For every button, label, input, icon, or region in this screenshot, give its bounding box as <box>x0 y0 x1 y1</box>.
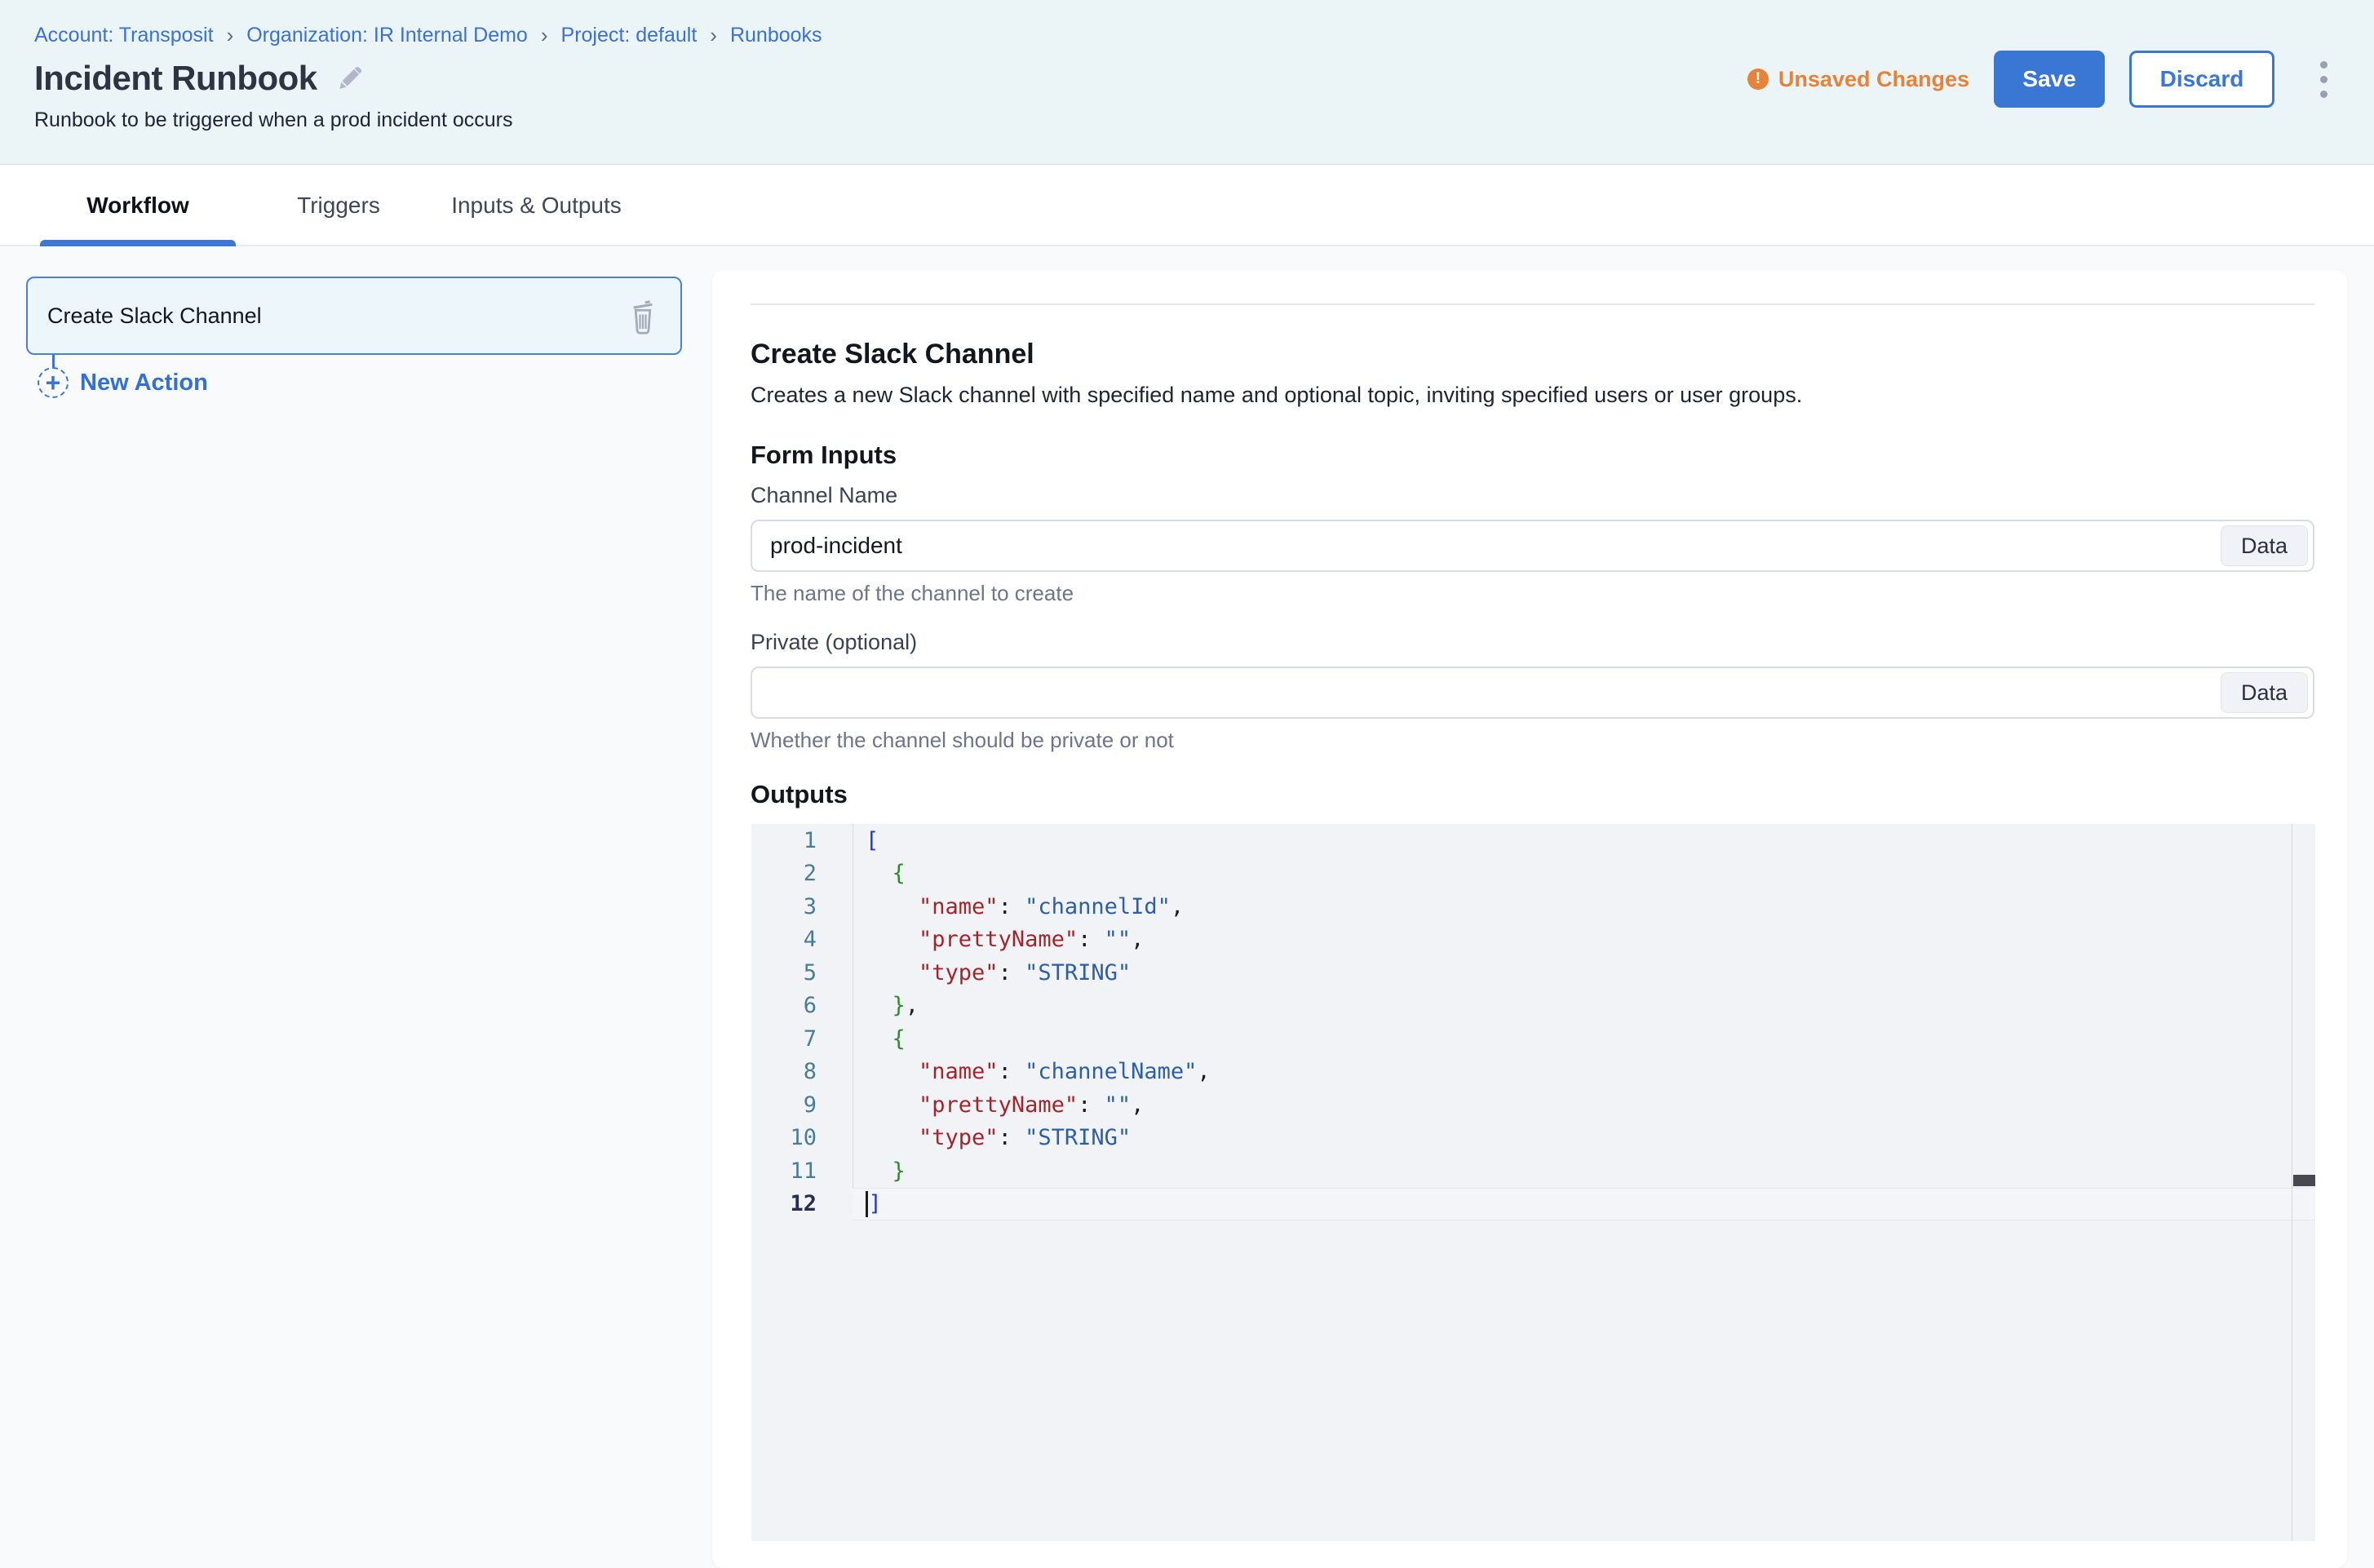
app-window: Account: Transposit › Organization: IR I… <box>0 0 2374 1568</box>
channel-name-label: Channel Name <box>751 483 897 508</box>
action-card-label: Create Slack Channel <box>47 303 262 329</box>
code-line[interactable]: 10 "type": "STRING" <box>751 1122 2315 1155</box>
private-input[interactable]: Data <box>751 667 2314 719</box>
line-number: 9 <box>751 1092 853 1118</box>
line-number: 12 <box>751 1191 853 1216</box>
breadcrumb-separator-icon: › <box>710 23 717 48</box>
line-number: 1 <box>751 828 853 853</box>
code-line[interactable]: 11 } <box>751 1154 2315 1188</box>
tab-bar: Workflow Triggers Inputs & Outputs <box>0 166 2374 246</box>
code-line[interactable]: 9 "prettyName": "", <box>751 1088 2315 1122</box>
code-line[interactable]: 7 { <box>751 1022 2315 1056</box>
more-options-kebab-icon[interactable] <box>2309 52 2338 106</box>
save-button[interactable]: Save <box>1994 51 2105 108</box>
delete-action-trash-icon[interactable] <box>623 298 662 337</box>
line-number: 8 <box>751 1059 853 1084</box>
page-title: Incident Runbook <box>34 59 317 98</box>
unsaved-changes-badge: ! Unsaved Changes <box>1747 67 1969 92</box>
editor-scrollbar-thumb[interactable] <box>2293 1175 2315 1186</box>
code-line[interactable]: 3 "name": "channelId", <box>751 890 2315 924</box>
outputs-heading: Outputs <box>751 780 848 809</box>
new-action-button[interactable]: + New Action <box>38 367 208 398</box>
code-text: "type": "STRING" <box>853 1125 1131 1150</box>
warning-icon: ! <box>1747 69 1769 90</box>
line-number: 10 <box>751 1125 853 1150</box>
breadcrumb-runbooks[interactable]: Runbooks <box>730 24 822 47</box>
code-line[interactable]: 12] <box>751 1188 2315 1221</box>
page-subtitle: Runbook to be triggered when a prod inci… <box>34 109 512 132</box>
text-cursor <box>866 1191 868 1217</box>
line-number: 7 <box>751 1026 853 1052</box>
line-number: 4 <box>751 927 853 952</box>
code-text: "name": "channelName", <box>853 1059 1211 1084</box>
discard-button[interactable]: Discard <box>2129 51 2274 108</box>
code-line[interactable]: 6 }, <box>751 990 2315 1023</box>
code-line[interactable]: 1[ <box>751 824 2315 857</box>
tab-workflow[interactable]: Workflow <box>40 166 236 245</box>
line-number: 3 <box>751 894 853 919</box>
line-number: 11 <box>751 1158 853 1184</box>
channel-name-input[interactable]: prod-incident Data <box>751 520 2314 572</box>
code-line[interactable]: 8 "name": "channelName", <box>751 1056 2315 1089</box>
tab-triggers[interactable]: Triggers <box>257 166 420 245</box>
outputs-code-editor[interactable]: 1[2 {3 "name": "channelId",4 "prettyName… <box>751 824 2315 1541</box>
code-text: "prettyName": "", <box>853 927 1144 952</box>
code-text: [ <box>853 828 879 853</box>
code-lines: 1[2 {3 "name": "channelId",4 "prettyName… <box>751 824 2315 1220</box>
line-number: 2 <box>751 861 853 886</box>
content-area: Create Slack Channel + New Action Create… <box>0 248 2374 1568</box>
breadcrumb-separator-icon: › <box>541 23 548 48</box>
action-title: Create Slack Channel <box>751 339 1034 370</box>
code-text: }, <box>853 993 919 1018</box>
channel-name-help: The name of the channel to create <box>751 581 1074 606</box>
private-help: Whether the channel should be private or… <box>751 728 1174 753</box>
code-line[interactable]: 5 "type": "STRING" <box>751 956 2315 990</box>
private-data-button[interactable]: Data <box>2221 672 2308 713</box>
plus-icon: + <box>38 367 69 398</box>
new-action-label: New Action <box>80 370 208 396</box>
code-line[interactable]: 4 "prettyName": "", <box>751 924 2315 957</box>
code-text: ] <box>853 1191 882 1218</box>
form-inputs-heading: Form Inputs <box>751 441 897 470</box>
code-line[interactable]: 2 { <box>751 857 2315 891</box>
private-label: Private (optional) <box>751 630 917 655</box>
code-text: { <box>853 1026 906 1052</box>
unsaved-changes-label: Unsaved Changes <box>1778 67 1969 92</box>
breadcrumb-separator-icon: › <box>227 23 234 48</box>
tab-inputs-outputs[interactable]: Inputs & Outputs <box>428 166 644 245</box>
action-connector-line <box>52 355 55 367</box>
code-text: "prettyName": "", <box>853 1092 1144 1118</box>
action-detail-panel: Create Slack Channel Creates a new Slack… <box>712 270 2347 1568</box>
code-text: "type": "STRING" <box>853 960 1131 986</box>
breadcrumb-organization[interactable]: Organization: IR Internal Demo <box>246 24 528 47</box>
edit-title-pencil-icon[interactable] <box>335 64 365 93</box>
section-divider <box>751 303 2314 305</box>
line-number: 6 <box>751 993 853 1018</box>
code-text: "name": "channelId", <box>853 894 1184 919</box>
breadcrumb: Account: Transposit › Organization: IR I… <box>34 23 822 48</box>
code-text: { <box>853 861 906 886</box>
workflow-action-card[interactable]: Create Slack Channel <box>26 277 682 355</box>
active-line-highlight <box>853 1188 2315 1221</box>
action-description: Creates a new Slack channel with specifi… <box>751 383 1802 408</box>
code-text: } <box>853 1158 906 1184</box>
breadcrumb-account[interactable]: Account: Transposit <box>34 24 214 47</box>
page-header: Account: Transposit › Organization: IR I… <box>0 0 2374 165</box>
line-number: 5 <box>751 960 853 986</box>
breadcrumb-project[interactable]: Project: default <box>561 24 698 47</box>
channel-name-data-button[interactable]: Data <box>2221 525 2308 566</box>
channel-name-value: prod-incident <box>770 521 902 570</box>
